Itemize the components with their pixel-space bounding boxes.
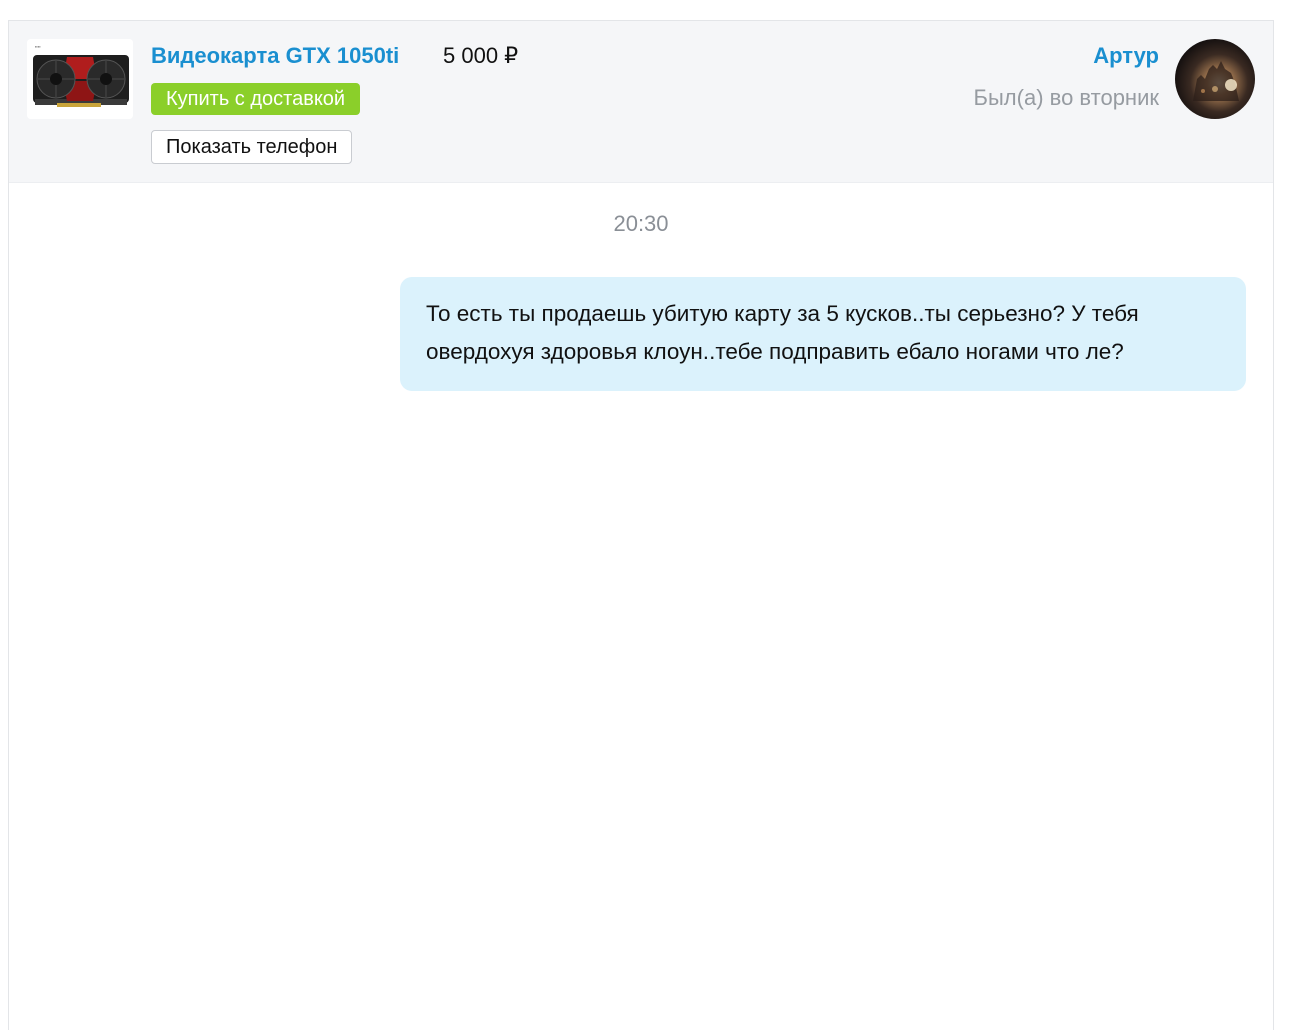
- message-timestamp: 20:30: [613, 211, 669, 236]
- product-price: 5 000 ₽: [443, 43, 519, 68]
- graphics-card-icon: ▪▪▪▪: [27, 39, 133, 119]
- user-name-link[interactable]: Артур: [1093, 43, 1159, 69]
- product-title-link[interactable]: Видеокарта GTX 1050ti: [151, 43, 399, 69]
- user-avatar-icon: [1175, 39, 1255, 119]
- show-phone-button[interactable]: Показать телефон: [151, 130, 353, 164]
- svg-text:▪▪▪▪: ▪▪▪▪: [35, 44, 41, 49]
- user-last-seen-status: Был(а) во вторник: [973, 85, 1159, 110]
- buy-with-delivery-button[interactable]: Купить с доставкой: [151, 83, 361, 115]
- outgoing-message-bubble: То есть ты продаешь убитую карту за 5 ку…: [400, 277, 1246, 391]
- chat-header: ▪▪▪▪ Видеокарта GTX 1050ti 5 000 ₽ Купит…: [9, 21, 1273, 183]
- chat-window: ▪▪▪▪ Видеокарта GTX 1050ti 5 000 ₽ Купит…: [8, 20, 1274, 1030]
- product-thumbnail[interactable]: ▪▪▪▪: [27, 39, 133, 119]
- avatar[interactable]: [1175, 39, 1255, 119]
